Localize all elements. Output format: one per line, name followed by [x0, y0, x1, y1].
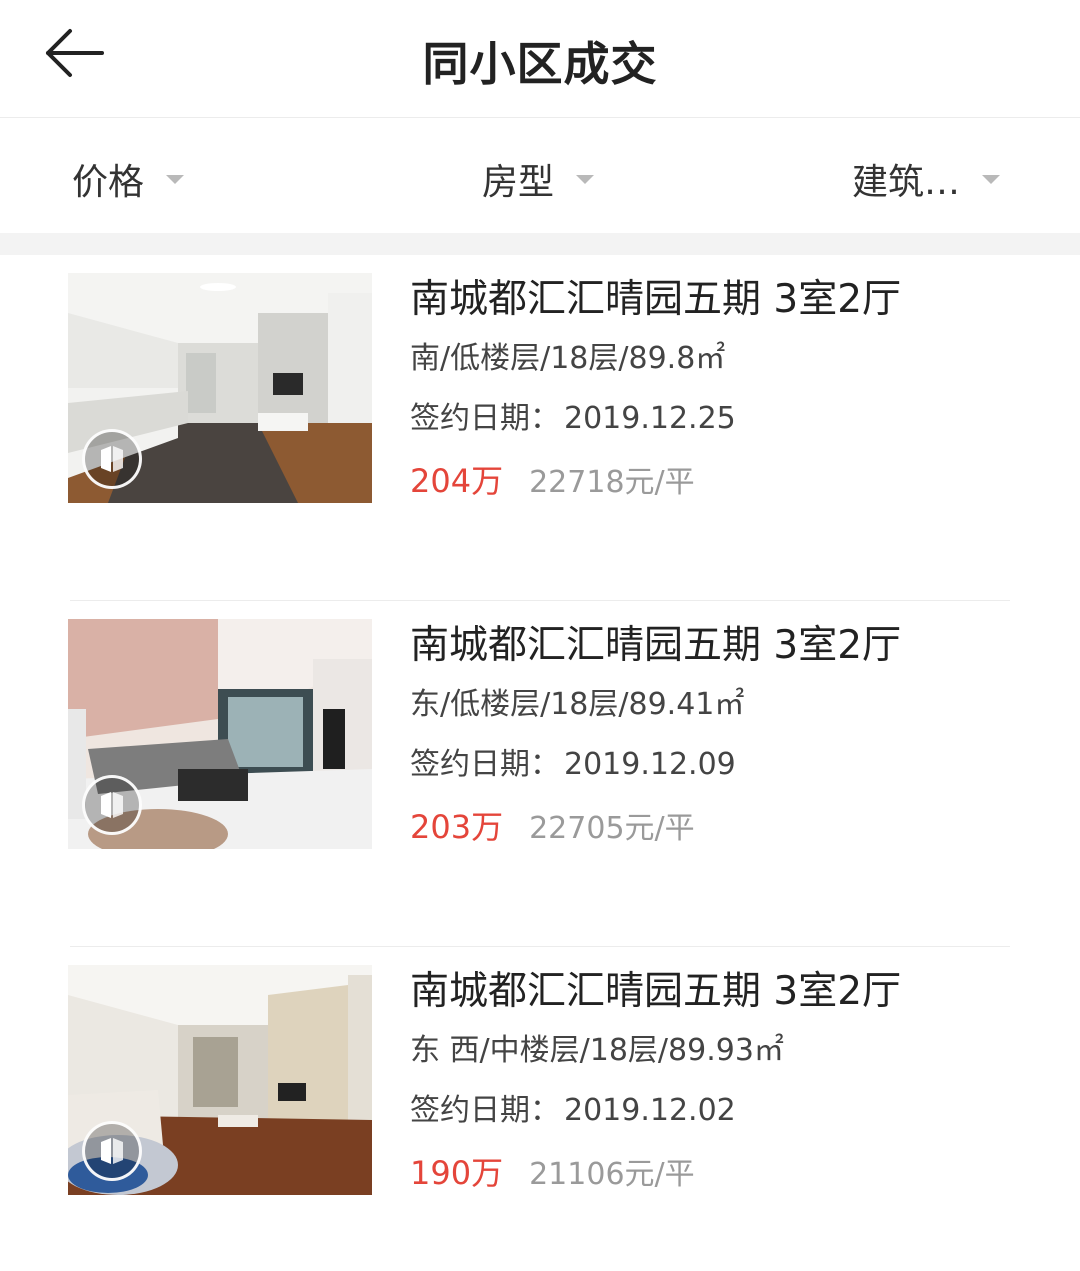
- total-price: 204万: [410, 462, 504, 500]
- listing-spec: 东 西/中楼层/18层/89.93㎡: [410, 1033, 784, 1068]
- unit-price: 22705元/平: [529, 811, 695, 846]
- listing-info: 南城都汇汇晴园五期 3室2厅 东/低楼层/18层/89.41㎡ 签约日期： 201…: [410, 619, 1030, 847]
- listing-date: 签约日期： 2019.12.25: [410, 399, 1030, 439]
- total-price: 203万: [410, 808, 504, 846]
- date-label: 签约日期：: [410, 747, 560, 782]
- unit-price: 21106元/平: [529, 1157, 695, 1192]
- filter-building[interactable]: 建筑…: [852, 157, 1001, 203]
- vr-tour-icon: [82, 429, 142, 489]
- listing-title: 南城都汇汇晴园五期 3室2厅: [410, 623, 902, 668]
- page-title: 同小区成交: [422, 37, 658, 91]
- filter-price[interactable]: 价格: [72, 157, 185, 203]
- listing-spec: 东/低楼层/18层/89.41㎡: [410, 687, 745, 722]
- listing-date: 签约日期： 2019.12.09: [410, 745, 1030, 785]
- listing-title: 南城都汇汇晴园五期 3室2厅: [410, 277, 902, 322]
- app-header: 同小区成交: [0, 0, 1080, 118]
- list-item[interactable]: 南城都汇汇晴园五期 3室2厅 南/低楼层/18层/89.8㎡ 签约日期： 2019…: [0, 255, 1080, 601]
- date-value: 2019.12.25: [564, 401, 736, 436]
- date-label: 签约日期：: [410, 401, 560, 436]
- filter-layout[interactable]: 房型: [482, 157, 595, 203]
- filter-price-label: 价格: [72, 162, 145, 203]
- list-item[interactable]: 南城都汇汇晴园五期 3室2厅 东/低楼层/18层/89.41㎡ 签约日期： 201…: [0, 601, 1080, 947]
- price-row: 203万 22705元/平: [410, 807, 1030, 847]
- listing-photo[interactable]: [68, 273, 372, 503]
- section-gap: [0, 233, 1080, 255]
- vr-tour-icon: [82, 1121, 142, 1181]
- caret-down-icon: [576, 174, 595, 184]
- vr-tour-icon: [82, 775, 142, 835]
- filter-building-label: 建筑…: [852, 162, 961, 203]
- listing-info: 南城都汇汇晴园五期 3室2厅 东 西/中楼层/18层/89.93㎡ 签约日期： 2…: [410, 965, 1030, 1193]
- listing-date: 签约日期： 2019.12.02: [410, 1091, 1030, 1131]
- date-label: 签约日期：: [410, 1093, 560, 1128]
- listing-info: 南城都汇汇晴园五期 3室2厅 南/低楼层/18层/89.8㎡ 签约日期： 2019…: [410, 273, 1030, 501]
- filter-layout-label: 房型: [482, 162, 555, 203]
- listing-photo[interactable]: [68, 619, 372, 849]
- caret-down-icon: [166, 174, 185, 184]
- listing-spec: 南/低楼层/18层/89.8㎡: [410, 341, 726, 376]
- listing-title: 南城都汇汇晴园五期 3室2厅: [410, 969, 902, 1014]
- caret-down-icon: [982, 174, 1001, 184]
- unit-price: 22718元/平: [529, 465, 695, 500]
- list-item[interactable]: 南城都汇汇晴园五期 3室2厅 东 西/中楼层/18层/89.93㎡ 签约日期： 2…: [0, 947, 1080, 1271]
- listing-photo[interactable]: [68, 965, 372, 1195]
- date-value: 2019.12.02: [564, 1093, 736, 1128]
- price-row: 190万 21106元/平: [410, 1153, 1030, 1193]
- filter-bar: 价格 房型 建筑…: [0, 119, 1080, 233]
- date-value: 2019.12.09: [564, 747, 736, 782]
- price-row: 204万 22718元/平: [410, 461, 1030, 501]
- total-price: 190万: [410, 1154, 504, 1192]
